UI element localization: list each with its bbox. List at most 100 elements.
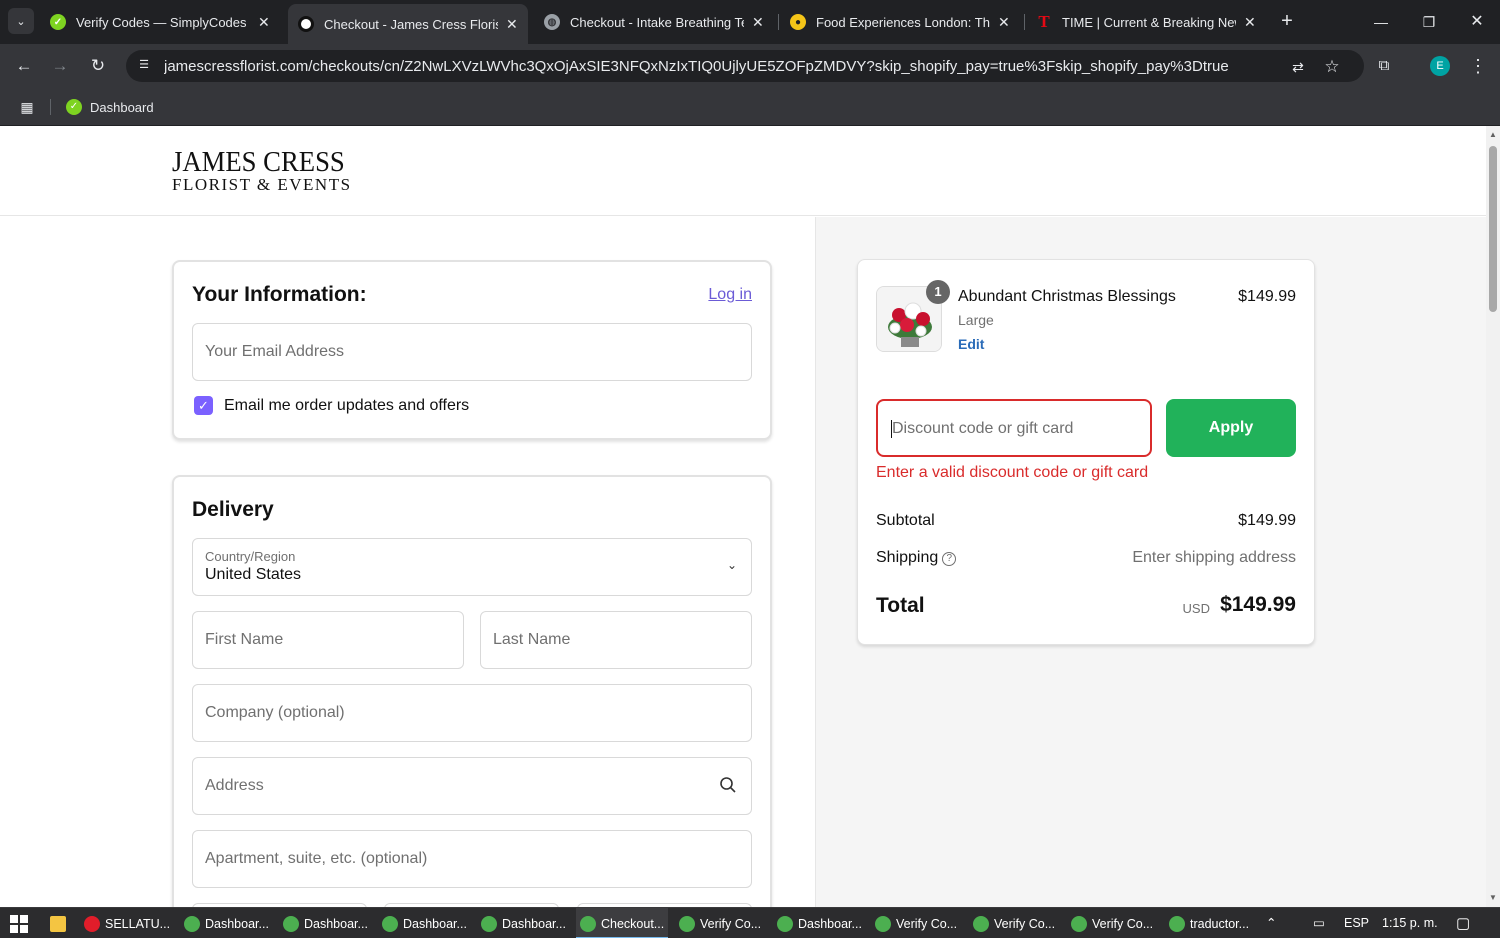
opera-icon [84,915,100,932]
jamescress-icon [298,16,314,32]
scroll-up-icon[interactable]: ▲ [1489,131,1497,139]
bookmark-dashboard[interactable]: ✓ Dashboard [66,96,154,118]
scroll-down-icon[interactable]: ▼ [1489,894,1497,902]
back-arrow-icon[interactable]: ← [12,54,36,78]
james-cress-logo[interactable]: JAMES CRESS FLORIST & EVENTS [172,148,360,194]
forward-arrow-icon[interactable]: → [48,54,72,78]
tab-search-icon[interactable]: ⌄ [8,8,34,34]
taskbar-app-label: Verify Co... [1092,916,1154,931]
chrome-icon [481,915,497,932]
taskbar-app-checkout[interactable]: Checkout... [576,908,668,938]
profile-avatar[interactable]: E [1430,56,1450,76]
tab-time[interactable]: T TIME | Current & Breaking New ✕ [1026,6,1266,38]
taskbar-app-dashboard[interactable]: Dashboar... [378,908,470,938]
taskbar-app-dashboard[interactable]: Dashboar... [180,908,272,938]
chrome-icon [184,915,200,932]
tab-label: Checkout - James Cress Florist [324,16,498,32]
login-link[interactable]: Log in [708,286,752,304]
site-info-icon[interactable]: ☰ [136,58,152,74]
tab-checkout-james-cress[interactable]: Checkout - James Cress Florist ✕ [288,4,528,44]
address-placeholder: Address [205,777,264,794]
tab-checkout-intake[interactable]: ◍ Checkout - Intake Breathing Te ✕ [534,6,774,38]
close-icon[interactable]: ✕ [998,14,1010,31]
network-icon[interactable]: ▭ [1313,908,1325,938]
chrome-icon [875,915,891,932]
taskbar-app-verify-codes[interactable]: Verify Co... [871,908,963,938]
chrome-icon [1071,915,1087,932]
address-field[interactable]: Address [192,757,752,815]
simplycodes-icon: ✓ [66,99,82,115]
scrollbar-thumb[interactable] [1489,146,1497,312]
last-name-field[interactable]: Last Name [480,611,752,669]
country-select[interactable]: Country/Region United States ⌄ [192,538,752,596]
site-header: JAMES CRESS FLORIST & EVENTS [0,126,1486,216]
chrome-icon [777,915,793,932]
apartment-placeholder: Apartment, suite, etc. (optional) [205,850,428,867]
translate-icon[interactable]: ⇄ [1288,57,1308,77]
bookmark-star-icon[interactable]: ☆ [1322,57,1342,77]
taskbar-app-sellatu[interactable]: SELLATU... [80,908,172,938]
marketing-checkbox-label[interactable]: Email me order updates and offers [224,397,469,415]
restore-icon[interactable]: ❐ [1414,8,1444,36]
apply-discount-button[interactable]: Apply [1166,399,1296,457]
help-circle-icon[interactable]: ? [942,552,957,566]
chrome-icon [1169,915,1185,932]
close-icon[interactable]: ✕ [506,16,518,33]
logo-line-2: FLORIST & EVENTS [172,175,352,194]
taskbar-app-traductor[interactable]: traductor... [1165,908,1257,938]
discount-error-message: Enter a valid discount code or gift card [876,464,1149,481]
minimize-icon[interactable]: — [1366,8,1396,36]
windows-taskbar: SELLATU... Dashboar... Dashboar... Dashb… [0,907,1500,938]
folder-icon [50,915,66,932]
first-name-field[interactable]: First Name [192,611,464,669]
product-name: Abundant Christmas Blessings [958,288,1176,305]
taskbar-app-verify-codes[interactable]: Verify Co... [969,908,1061,938]
edit-product-link[interactable]: Edit [958,336,984,352]
show-hidden-icons-chevron-icon[interactable]: ⌃ [1266,908,1276,938]
url-text[interactable]: jamescressflorist.com/checkouts/cn/Z2NwL… [164,58,1284,75]
reload-icon[interactable]: ↻ [86,54,110,78]
marketing-checkbox[interactable]: ✓ [194,396,213,415]
time-icon: T [1038,12,1050,31]
tab-verify-codes[interactable]: ✓ Verify Codes — SimplyCodes ✕ [40,6,280,38]
taskbar-app-label: Verify Co... [896,916,958,931]
file-explorer-icon[interactable] [46,908,72,938]
apps-grid-icon[interactable]: ▦ [18,98,36,116]
notifications-icon[interactable]: ▢ [1456,908,1470,938]
search-icon[interactable] [719,776,737,794]
language-indicator[interactable]: ESP [1344,908,1369,938]
address-bar[interactable]: ☰ jamescressflorist.com/checkouts/cn/Z2N… [126,50,1364,82]
chrome-icon [283,915,299,932]
windows-start-icon[interactable] [10,915,28,933]
taskbar-app-dashboard[interactable]: Dashboar... [477,908,569,938]
extensions-icon[interactable]: ⧉ [1372,54,1396,78]
last-name-placeholder: Last Name [493,631,571,648]
email-placeholder: Your Email Address [205,343,345,360]
quantity-badge: 1 [926,280,950,304]
tab-label: Food Experiences London: The [816,14,990,30]
page-scrollbar[interactable]: ▲ ▼ [1486,126,1500,907]
taskbar-app-verify-codes[interactable]: Verify Co... [675,908,767,938]
taskbar-app-dashboard[interactable]: Dashboar... [279,908,371,938]
bookmark-label: Dashboard [90,99,154,115]
taskbar-app-verify-codes[interactable]: Verify Co... [1067,908,1159,938]
shipping-label-row: Shipping? [876,549,957,567]
bookmarks-bar: ▦ ✓ Dashboard [0,88,1500,126]
close-icon[interactable]: ✕ [258,14,270,31]
company-field[interactable]: Company (optional) [192,684,752,742]
logo-line-1: JAMES CRESS [172,146,345,178]
taskbar-app-label: Dashboar... [403,916,467,931]
taskbar-app-dashboard[interactable]: Dashboar... [773,908,865,938]
new-tab-button[interactable]: + [1276,10,1298,32]
clock[interactable]: 1:15 p. m. [1382,908,1438,938]
close-icon[interactable]: ✕ [752,14,764,31]
window-close-icon[interactable]: ✕ [1462,8,1492,36]
email-field[interactable]: Your Email Address [192,323,752,381]
apartment-field[interactable]: Apartment, suite, etc. (optional) [192,830,752,888]
discount-code-input[interactable]: Discount code or gift card [876,399,1152,457]
delivery-card: Delivery Country/Region United States ⌄ … [172,475,772,907]
information-card: Your Information: Log in Your Email Addr… [172,260,772,440]
close-icon[interactable]: ✕ [1244,14,1256,31]
tab-food-experiences[interactable]: ● Food Experiences London: The ✕ [780,6,1020,38]
more-menu-icon[interactable]: ⋮ [1466,54,1490,78]
